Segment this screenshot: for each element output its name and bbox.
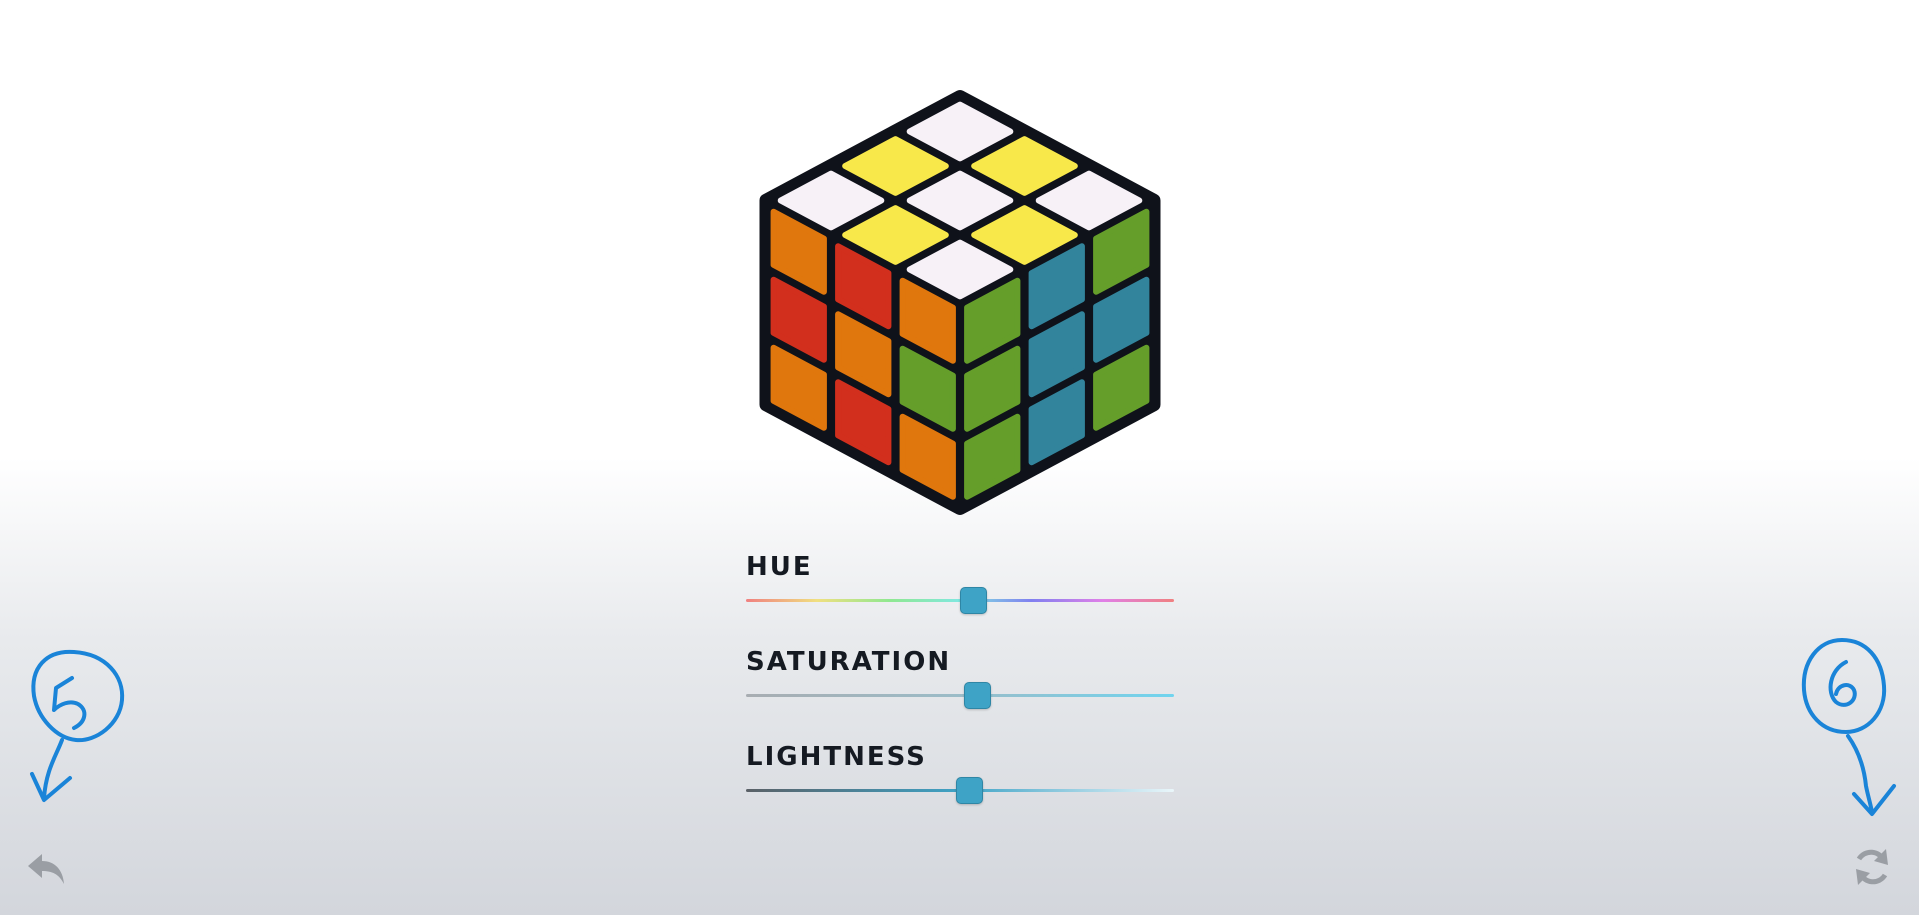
rubiks-cube[interactable] [0,0,1919,600]
hue-slider-thumb[interactable] [959,587,987,614]
lightness-label: LIGHTNESS [746,742,927,772]
saturation-label: SATURATION [746,647,952,677]
undo-button[interactable] [26,846,70,890]
annotation-6-arrow [1801,638,1896,816]
annotation-5-arrow [30,649,125,802]
saturation-slider-track[interactable] [746,694,1174,697]
lightness-slider-thumb[interactable] [955,777,983,804]
reset-button[interactable] [1850,845,1894,889]
undo-icon [28,854,64,884]
hue-label: HUE [746,552,813,582]
saturation-slider-thumb[interactable] [964,682,992,709]
